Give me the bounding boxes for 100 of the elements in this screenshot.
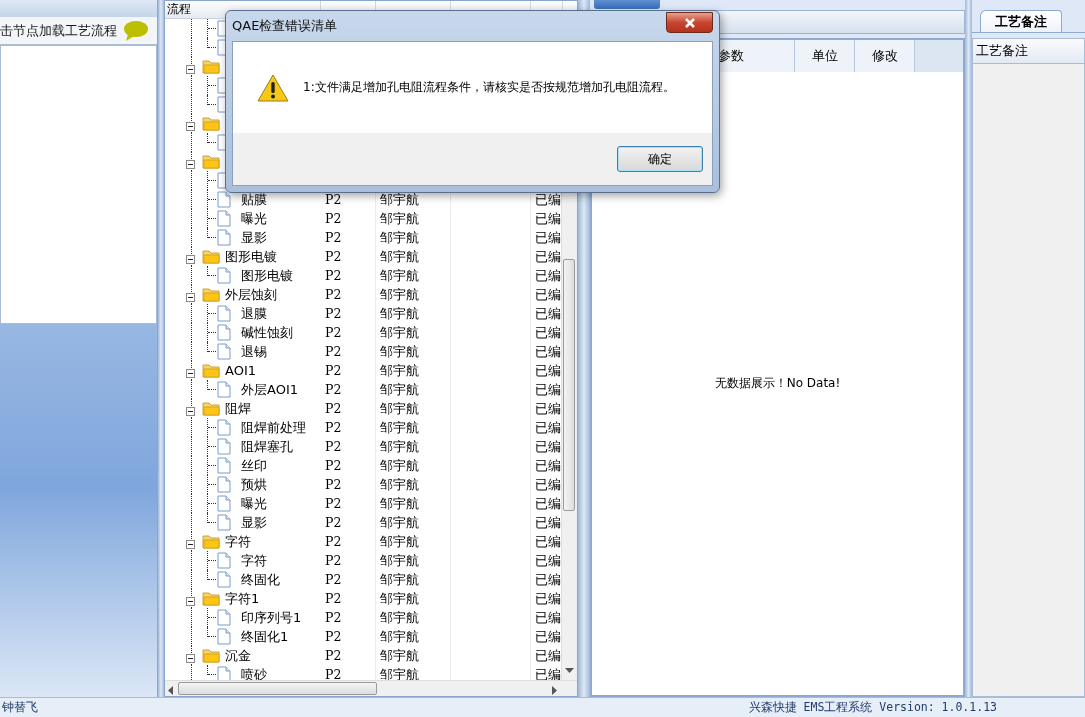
scrollbar-thumb[interactable] xyxy=(178,682,377,695)
table-cell: 邹宇航 xyxy=(376,342,451,361)
table-cell: P2 xyxy=(321,437,376,456)
tree-item[interactable]: 退膜 xyxy=(241,304,267,323)
file-icon xyxy=(217,438,231,455)
table-cell: P2 xyxy=(321,266,376,285)
tree-item[interactable]: 阻焊前处理 xyxy=(241,418,306,437)
tree-item[interactable]: 丝印 xyxy=(241,456,267,475)
table-cell: 邹宇航 xyxy=(376,532,451,551)
collapse-icon[interactable] xyxy=(186,594,196,609)
collapse-icon[interactable] xyxy=(186,119,196,134)
folder-icon xyxy=(202,363,220,378)
file-icon xyxy=(217,666,231,680)
table-cell: P2 xyxy=(321,418,376,437)
table-cell: 邹宇航 xyxy=(376,266,451,285)
tree-item[interactable]: 碱性蚀刻 xyxy=(241,323,293,342)
version-label: 兴森快捷 EMS工程系统 Version: 1.0.1.13 xyxy=(748,700,997,715)
tree-item[interactable]: 字符1 xyxy=(225,589,260,608)
table-cell: P2 xyxy=(321,513,376,532)
table-cell: P2 xyxy=(321,361,376,380)
tree-item[interactable]: 字符 xyxy=(241,551,267,570)
folder-icon xyxy=(202,591,220,606)
tree-item[interactable]: 字符 xyxy=(225,532,251,551)
table-cell: P2 xyxy=(321,380,376,399)
tree-item[interactable]: 阻焊 xyxy=(225,399,251,418)
file-icon xyxy=(217,267,231,284)
table-cell: P2 xyxy=(321,285,376,304)
left-arrow-icon[interactable] xyxy=(168,684,173,698)
tree-item[interactable]: 曝光 xyxy=(241,494,267,513)
collapse-icon[interactable] xyxy=(186,290,196,305)
tree-item[interactable]: 外层蚀刻 xyxy=(225,285,277,304)
dialog-title: QAE检查错误清单 xyxy=(232,17,338,35)
panel-hint: 击节点加载工艺流程 xyxy=(0,21,117,40)
table-cell: P2 xyxy=(321,342,376,361)
collapse-icon[interactable] xyxy=(186,651,196,666)
file-icon xyxy=(217,305,231,322)
tree-item[interactable]: 图形电镀 xyxy=(225,247,277,266)
table-cell: 邹宇航 xyxy=(376,513,451,532)
table-cell: 邹宇航 xyxy=(376,551,451,570)
tree-item[interactable]: 外层AOI1 xyxy=(241,380,298,399)
file-icon xyxy=(217,552,231,569)
tree-item[interactable]: 喷砂 xyxy=(241,665,267,680)
tree-item[interactable]: 印序列号1 xyxy=(241,608,302,627)
speech-bubble-icon xyxy=(123,19,149,42)
file-icon xyxy=(217,343,231,360)
right-arrow-icon[interactable] xyxy=(552,684,557,698)
folder-icon xyxy=(202,59,220,74)
tree-item[interactable]: 显影 xyxy=(241,228,267,247)
tree-item[interactable]: 图形电镀 xyxy=(241,266,293,285)
collapse-icon[interactable] xyxy=(186,62,196,77)
ok-button[interactable]: 确定 xyxy=(617,146,703,172)
table-cell: P2 xyxy=(321,494,376,513)
table-cell: 邹宇航 xyxy=(376,399,451,418)
tree-item[interactable]: 曝光 xyxy=(241,209,267,228)
tree-item[interactable]: 退锡 xyxy=(241,342,267,361)
file-icon xyxy=(217,609,231,626)
folder-icon xyxy=(202,249,220,264)
folder-icon xyxy=(202,401,220,416)
collapse-icon[interactable] xyxy=(186,366,196,381)
collapse-icon[interactable] xyxy=(186,252,196,267)
tree-item[interactable]: 终固化1 xyxy=(241,627,289,646)
collapse-icon[interactable] xyxy=(186,537,196,552)
tree-item[interactable]: 沉金 xyxy=(225,646,251,665)
file-icon xyxy=(217,229,231,246)
user-name: 钟替飞 xyxy=(2,700,38,715)
folder-icon xyxy=(202,116,220,131)
column-header[interactable]: 修改 xyxy=(855,40,915,72)
table-cell: 邹宇航 xyxy=(376,380,451,399)
table-cell: P2 xyxy=(321,247,376,266)
table-cell: 邹宇航 xyxy=(376,475,451,494)
panel-header: 工艺备注 xyxy=(972,38,1085,64)
table-cell: 邹宇航 xyxy=(376,209,451,228)
tree-item[interactable]: 显影 xyxy=(241,513,267,532)
scrollbar-thumb[interactable] xyxy=(563,259,576,511)
table-cell: 邹宇航 xyxy=(376,418,451,437)
table-cell: P2 xyxy=(321,551,376,570)
table-cell: P2 xyxy=(321,570,376,589)
warning-icon xyxy=(257,73,289,102)
file-icon xyxy=(217,191,231,208)
table-cell: P2 xyxy=(321,399,376,418)
tree-item[interactable]: 预烘 xyxy=(241,475,267,494)
file-icon xyxy=(217,495,231,512)
tree-item[interactable]: 终固化 xyxy=(241,570,280,589)
tab[interactable]: 工艺备注 xyxy=(980,10,1062,32)
tree-item[interactable]: 贴膜 xyxy=(241,190,267,209)
table-cell: 邹宇航 xyxy=(376,608,451,627)
collapse-icon[interactable] xyxy=(186,404,196,419)
collapse-icon[interactable] xyxy=(186,157,196,172)
table-cell: P2 xyxy=(321,589,376,608)
table-cell: 邹宇航 xyxy=(376,646,451,665)
column-header[interactable]: 单位 xyxy=(795,40,855,72)
close-icon[interactable] xyxy=(666,12,713,33)
table-cell: P2 xyxy=(321,456,376,475)
tree-item[interactable]: 阻焊塞孔 xyxy=(241,437,293,456)
table-cell: P2 xyxy=(321,646,376,665)
tree-item[interactable]: AOI1 xyxy=(225,363,256,378)
table-cell: 邹宇航 xyxy=(376,437,451,456)
table-cell: P2 xyxy=(321,228,376,247)
file-icon xyxy=(217,324,231,341)
table-cell: 邹宇航 xyxy=(376,494,451,513)
